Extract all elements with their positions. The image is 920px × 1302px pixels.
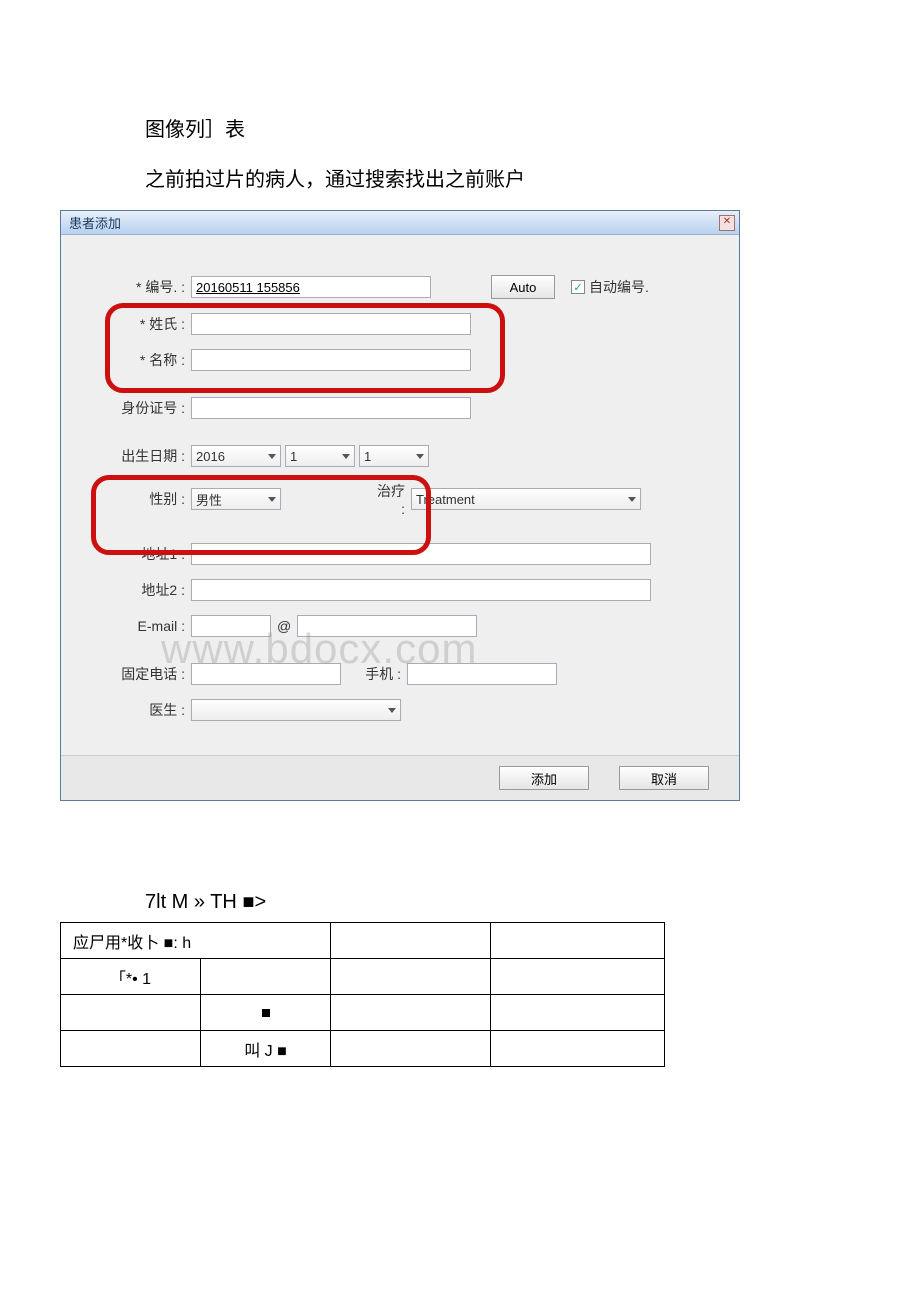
square-icon [262,1009,270,1017]
email-label: E-mail : [91,618,191,634]
gender-label: 性别 : [91,489,191,509]
row-email: E-mail : @ [91,615,709,637]
email-domain-input[interactable] [297,615,477,637]
auto-number-checkbox[interactable]: ✓ [571,280,585,294]
table-cell [201,995,331,1031]
id-label: * 编号. : [91,277,191,297]
table-cell [331,1031,491,1067]
birth-year-value: 2016 [196,449,225,464]
gender-value: 男性 [196,490,222,509]
treatment-label: 治疗 : [371,481,411,517]
birth-day-value: 1 [364,449,371,464]
row-birthdate: 出生日期 : 2016 1 1 [91,445,709,467]
add-patient-dialog: 患者添加 ✕ * 编号. : Auto ✓ 自动编号. * 姓氏 : * 名称 … [60,210,740,801]
chevron-down-icon [268,497,276,502]
birth-month-select[interactable]: 1 [285,445,355,467]
table-cell: 叫 J ■ [201,1031,331,1067]
mobile-input[interactable] [407,663,557,685]
doctor-value [196,703,200,718]
table-row [61,995,665,1031]
mobile-label: 手机 : [361,664,407,684]
row-address2: 地址2 : [91,579,709,601]
firstname-input[interactable] [191,349,471,371]
treatment-value: Treatment [416,492,475,507]
email-local-input[interactable] [191,615,271,637]
table-row: 「*• 1 [61,959,665,995]
address1-input[interactable] [191,543,651,565]
table-row: 应尸用*收卜 ■: h [61,923,665,959]
table-cell: 应尸用*收卜 ■: h [61,923,331,959]
table-cell [491,995,665,1031]
lastname-input[interactable] [191,313,471,335]
table-cell [331,923,491,959]
auto-button[interactable]: Auto [491,275,555,299]
address2-input[interactable] [191,579,651,601]
section2-title: 7lt M » TH ■> [145,891,880,914]
dialog-footer: 添加 取消 [61,755,739,800]
address2-label: 地址2 : [91,580,191,600]
phone-label: 固定电话 : [91,664,191,684]
row-phone-mobile: 固定电话 : 手机 : [91,663,709,685]
address1-label: 地址1 : [91,544,191,564]
birth-month-value: 1 [290,449,297,464]
doctor-label: 医生 : [91,700,191,720]
row-id: * 编号. : Auto ✓ 自动编号. [91,275,709,299]
firstname-label: * 名称 : [91,350,191,370]
chevron-down-icon [416,454,424,459]
intro-line-1: 图像列］表 [145,110,880,150]
row-gender-treatment: 性别 : 男性 治疗 : Treatment [91,481,709,517]
chevron-down-icon [268,454,276,459]
row-lastname: * 姓氏 : [91,313,709,335]
doctor-select[interactable] [191,699,401,721]
table-cell [331,995,491,1031]
row-idcard: 身份证号 : [91,397,709,419]
birth-day-select[interactable]: 1 [359,445,429,467]
chevron-down-icon [628,497,636,502]
email-at-symbol: @ [271,618,297,634]
birth-label: 出生日期 : [91,446,191,466]
row-doctor: 医生 : [91,699,709,721]
birth-year-select[interactable]: 2016 [191,445,281,467]
table-cell [491,923,665,959]
table-cell [491,959,665,995]
table-cell [61,995,201,1031]
row-address1: 地址1 : [91,543,709,565]
add-button[interactable]: 添加 [499,766,589,790]
dialog-titlebar: 患者添加 ✕ [61,211,739,235]
gender-select[interactable]: 男性 [191,488,281,510]
auto-number-label: 自动编号. [589,277,649,297]
table-cell: 「*• 1 [61,959,201,995]
dialog-title: 患者添加 [69,213,121,232]
phone-input[interactable] [191,663,341,685]
table-cell [331,959,491,995]
chevron-down-icon [388,708,396,713]
table-cell [61,1031,201,1067]
table-cell [491,1031,665,1067]
chevron-down-icon [342,454,350,459]
idcard-label: 身份证号 : [91,398,191,418]
idcard-input[interactable] [191,397,471,419]
close-button[interactable]: ✕ [719,215,735,231]
dialog-body: * 编号. : Auto ✓ 自动编号. * 姓氏 : * 名称 : 身份证号 … [61,235,739,755]
table-row: 叫 J ■ [61,1031,665,1067]
table-cell [201,959,331,995]
intro-line-2: 之前拍过片的病人，通过搜索找出之前账户 [145,160,880,200]
row-firstname: * 名称 : [91,349,709,371]
id-input[interactable] [191,276,431,298]
bottom-table: 应尸用*收卜 ■: h 「*• 1 叫 J ■ [60,922,665,1067]
treatment-select[interactable]: Treatment [411,488,641,510]
cancel-button[interactable]: 取消 [619,766,709,790]
lastname-label: * 姓氏 : [91,314,191,334]
